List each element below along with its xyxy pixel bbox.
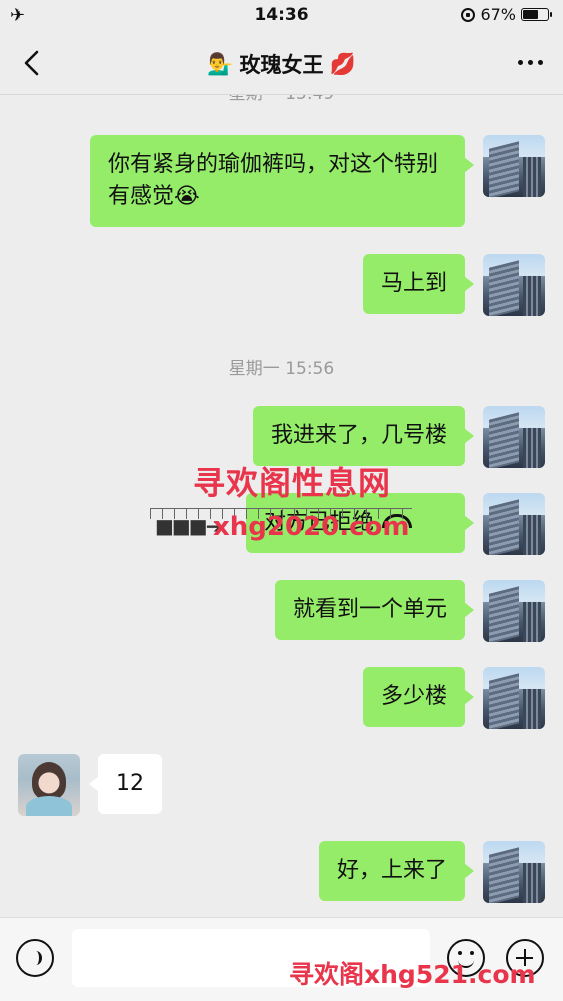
my-avatar[interactable]	[483, 135, 545, 197]
watermark-footer: 寻欢阁xhg521.com	[289, 960, 536, 989]
my-avatar[interactable]	[483, 580, 545, 642]
my-avatar[interactable]	[483, 841, 545, 903]
status-right: 67%	[461, 5, 552, 24]
voice-icon[interactable]	[16, 939, 54, 977]
timestamp: 星期一 15:56	[228, 359, 335, 379]
contact-avatar[interactable]	[18, 754, 80, 816]
status-bar: ✈ 14:36 67%	[0, 0, 563, 32]
battery-fill	[523, 10, 539, 19]
more-dots-icon[interactable]	[518, 60, 543, 65]
contact-name: 玫瑰女王	[239, 53, 324, 77]
chat-area[interactable]: 星期一 15:49 你有紧身的瑜伽裤吗，对这个特别有感觉😭 马上到 星期一 15…	[0, 95, 563, 917]
rotation-lock-icon	[461, 7, 476, 22]
my-avatar[interactable]	[483, 493, 545, 555]
battery-icon	[521, 8, 552, 21]
title-emoji-person: 💁‍♂️	[207, 51, 234, 76]
chat-title[interactable]: 💁‍♂️ 玫瑰女王 💋	[0, 49, 563, 79]
my-avatar[interactable]	[483, 406, 545, 468]
my-avatar[interactable]	[483, 667, 545, 729]
message-bubble-sent[interactable]: 你有紧身的瑜伽裤吗，对这个特别有感觉😭	[90, 135, 474, 227]
battery-percent: 67%	[480, 5, 516, 24]
watermark-arrow-icon: ■■■➔	[155, 514, 222, 538]
watermark-url: xhg2020.com	[213, 512, 410, 542]
watermark-text: 寻欢阁性息网	[193, 464, 392, 502]
timestamp: 星期一 15:49	[0, 95, 563, 104]
message-bubble-sent[interactable]: 就看到一个单元	[274, 580, 475, 640]
message-bubble-sent[interactable]: 我进来了，几号楼	[252, 406, 475, 466]
title-emoji-lips: 💋	[329, 51, 356, 76]
chat-header: 💁‍♂️ 玫瑰女王 💋	[0, 32, 563, 95]
message-bubble-sent[interactable]: 多少楼	[362, 667, 475, 727]
message-bubble-sent[interactable]: 马上到	[362, 254, 475, 314]
message-bubble-received[interactable]: 12	[89, 754, 162, 814]
my-avatar[interactable]	[483, 254, 545, 316]
message-bubble-sent[interactable]: 好，上来了	[318, 841, 475, 901]
